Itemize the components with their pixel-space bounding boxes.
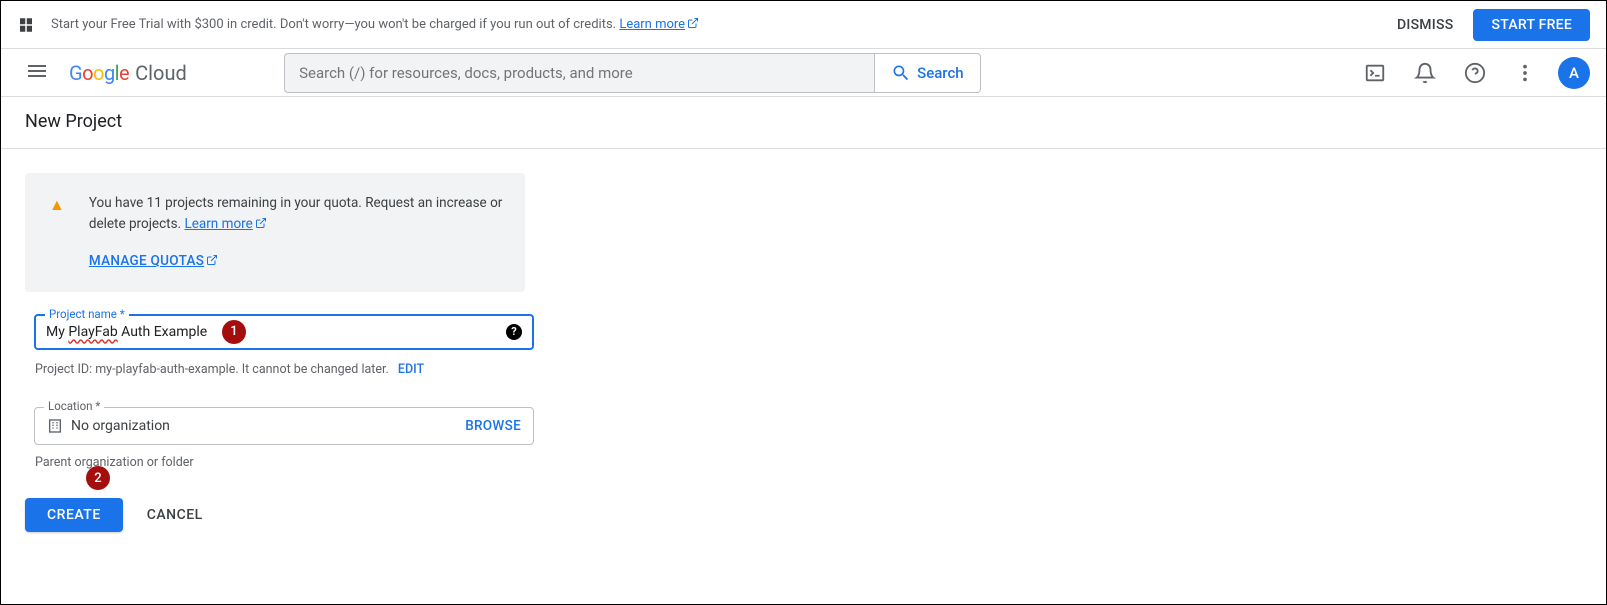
page-title: New Project	[1, 97, 1606, 149]
annotation-marker-1: 1	[222, 320, 246, 344]
search-button[interactable]: Search	[874, 53, 981, 93]
more-vert-icon	[1514, 62, 1536, 84]
help-icon	[1464, 62, 1486, 84]
app-bar: Google Cloud Search A	[1, 49, 1606, 97]
warning-icon: ▲	[49, 195, 65, 272]
info-body: You have 11 projects remaining in your q…	[89, 193, 505, 272]
avatar[interactable]: A	[1558, 57, 1590, 89]
trial-bar: Start your Free Trial with $300 in credi…	[1, 1, 1606, 49]
search-input[interactable]	[299, 64, 860, 82]
edit-project-id-link[interactable]: EDIT	[398, 362, 424, 377]
project-name-input[interactable]: My PlayFab Auth Example	[46, 324, 506, 340]
content: ▲ You have 11 projects remaining in your…	[1, 149, 1606, 556]
gift-icon	[17, 16, 35, 34]
search-icon	[891, 63, 911, 83]
trial-learn-more-link[interactable]: Learn more	[619, 17, 699, 32]
create-button[interactable]: CREATE	[25, 498, 123, 532]
cloud-shell-button[interactable]	[1358, 56, 1392, 90]
nav-menu-button[interactable]	[17, 51, 57, 95]
project-name-label: Project name *	[45, 307, 129, 321]
cancel-button[interactable]: CANCEL	[143, 498, 207, 532]
location-label: Location *	[44, 399, 104, 413]
help-icon[interactable]: ?	[506, 324, 522, 340]
location-value: No organization	[71, 418, 170, 434]
quota-info-box: ▲ You have 11 projects remaining in your…	[25, 173, 525, 292]
cloud-shell-icon	[1364, 62, 1386, 84]
trial-msg: Start your Free Trial with $300 in credi…	[51, 17, 619, 32]
form-actions: CREATE CANCEL	[25, 498, 1582, 532]
notifications-button[interactable]	[1408, 56, 1442, 90]
location-helper: Parent organization or folder	[35, 455, 1582, 470]
appbar-right: A	[1358, 56, 1590, 90]
manage-quotas-link[interactable]: MANAGE QUOTAS	[89, 251, 218, 272]
external-link-icon	[687, 17, 699, 29]
organization-icon	[47, 418, 63, 434]
annotation-marker-2: 2	[86, 466, 110, 490]
trial-right: DISMISS START FREE	[1397, 9, 1590, 41]
hamburger-icon	[25, 59, 49, 83]
quota-learn-more-link[interactable]: Learn more	[184, 216, 266, 232]
start-free-button[interactable]: START FREE	[1473, 9, 1590, 41]
location-field[interactable]: Location * No organization BROWSE	[34, 407, 534, 445]
more-button[interactable]	[1508, 56, 1542, 90]
browse-button[interactable]: BROWSE	[465, 418, 521, 434]
search-box[interactable]	[284, 53, 874, 93]
bell-icon	[1414, 62, 1436, 84]
external-link-icon	[206, 254, 218, 266]
dismiss-button[interactable]: DISMISS	[1397, 17, 1454, 33]
project-name-field[interactable]: Project name * My PlayFab Auth Example ?…	[34, 314, 534, 350]
trial-text: Start your Free Trial with $300 in credi…	[51, 17, 699, 32]
project-id-helper: Project ID: my-playfab-auth-example. It …	[35, 362, 1582, 377]
external-link-icon	[255, 217, 267, 229]
trial-left: Start your Free Trial with $300 in credi…	[17, 16, 699, 34]
search-group: Search	[284, 53, 981, 93]
quota-text: You have 11 projects remaining in your q…	[89, 195, 503, 232]
help-button[interactable]	[1458, 56, 1492, 90]
google-cloud-logo[interactable]: Google Cloud	[69, 61, 187, 85]
